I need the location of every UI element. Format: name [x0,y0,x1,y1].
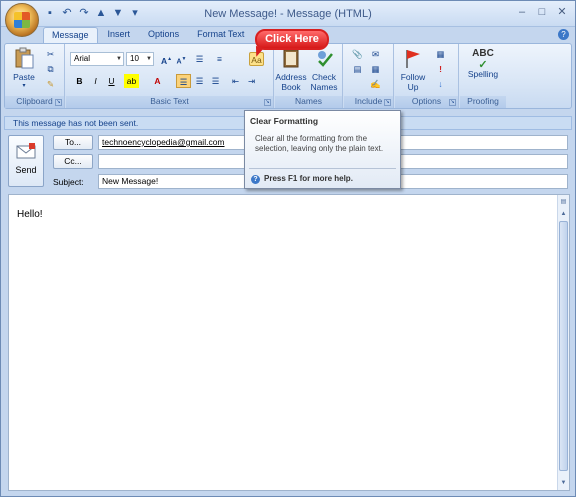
title-bar: ▪ ↶ ↷ ▲ ▼ ▾ New Message! - Message (HTML… [1,1,575,27]
basic-text-group-label: Basic Text [66,96,273,108]
spelling-abc-icon: ABC ✓ [472,48,494,71]
chevron-down-icon: ▼ [146,56,152,62]
names-group: Address Book Check Names Names [275,44,343,108]
bold-button[interactable]: B [72,74,87,88]
high-importance-icon[interactable]: ! [433,62,448,76]
cut-icon[interactable]: ✂ [43,47,58,61]
basic-text-launcher-icon[interactable]: ↘ [264,99,271,106]
ruler-toggle-icon[interactable]: ▤ [559,197,568,207]
follow-up-flag-icon [406,50,420,68]
follow-up-label: Follow Up [400,72,426,92]
underline-button[interactable]: U [104,74,119,88]
scroll-up-icon[interactable]: ▲ [559,209,568,219]
tooltip-help-text: Press F1 for more help. [264,174,353,183]
ribbon-tabs: Message Insert Options Format Text [43,27,252,43]
close-button[interactable]: ✕ [553,4,571,20]
clear-formatting-tooltip: Clear Formatting Clear all the formattin… [244,110,401,189]
grow-font-icon[interactable]: A▲ [159,52,174,66]
scrollbar-thumb[interactable] [559,221,568,471]
shrink-font-icon[interactable]: A▼ [174,52,189,66]
numbering-icon[interactable]: ≡ [212,52,227,66]
subject-label: Subject: [53,177,84,187]
cc-button[interactable]: Cc... [53,154,93,169]
paste-label: Paste [13,72,35,82]
office-button[interactable] [5,3,39,37]
font-name-value: Arial [74,54,91,63]
format-painter-icon[interactable]: ✎ [43,77,58,91]
help-icon[interactable]: ? [558,29,569,40]
spelling-label: Spelling [467,69,499,79]
minimize-button[interactable]: – [513,4,531,20]
basic-text-group: Arial ▼ 10 ▼ A▲ A▼ ☰ ≡ Aa B I U ab A ☰ ☰… [66,44,274,108]
scroll-down-icon[interactable]: ▼ [559,478,568,488]
include-launcher-icon[interactable]: ↘ [384,99,391,106]
to-button[interactable]: To... [53,135,93,150]
paste-icon [15,47,34,69]
window-controls: – □ ✕ [513,4,571,20]
align-right-icon[interactable]: ☰ [208,74,223,88]
bullets-icon[interactable]: ☰ [192,52,207,66]
business-card-icon[interactable]: ▤ [350,62,365,76]
tab-insert[interactable]: Insert [100,27,139,43]
send-envelope-icon [16,143,36,159]
clipboard-launcher-icon[interactable]: ↘ [55,99,62,106]
align-center-icon[interactable]: ☰ [192,74,207,88]
include-group: 📎 ✉ ▤ ▦ ✍ Include ↘ [344,44,394,108]
chevron-down-icon: ▼ [116,56,122,62]
names-group-label: Names [275,96,342,108]
italic-button[interactable]: I [88,74,103,88]
outlook-message-window: ▪ ↶ ↷ ▲ ▼ ▾ New Message! - Message (HTML… [0,0,576,497]
font-name-combo[interactable]: Arial ▼ [70,52,124,66]
decrease-indent-icon[interactable]: ⇤ [228,74,243,88]
to-recipient[interactable]: technoencyclopedia@gmail.com [102,137,225,147]
increase-indent-icon[interactable]: ⇥ [244,74,259,88]
body-text[interactable]: Hello! [17,209,43,220]
send-button[interactable]: Send [8,135,44,187]
send-label: Send [15,165,37,175]
tab-message[interactable]: Message [43,27,98,43]
align-left-icon[interactable]: ☰ [176,74,191,88]
maximize-button[interactable]: □ [533,4,551,20]
check-names-label: Check Names [310,72,338,92]
tooltip-body: Clear all the formatting from the select… [255,134,384,153]
options-group: Follow Up ▦ ! ↓ Options ↘ [395,44,459,108]
address-book-label: Address Book [275,72,307,92]
signature-icon[interactable]: ✍ [368,77,383,91]
font-size-value: 10 [130,54,139,63]
font-size-combo[interactable]: 10 ▼ [126,52,154,66]
tooltip-divider [249,168,396,169]
check-names-icon [318,51,333,67]
click-here-callout: Click Here [255,29,329,50]
abc-label: ABC [472,48,494,59]
attach-file-icon[interactable]: 📎 [350,47,365,61]
calendar-icon[interactable]: ▦ [368,62,383,76]
help-icon: ? [251,175,260,184]
address-book-icon [283,49,299,68]
message-body[interactable]: Hello! ▤ ▲ ▼ [8,194,570,491]
options-launcher-icon[interactable]: ↘ [449,99,456,106]
paste-dropdown-icon[interactable]: ▾ [9,82,39,89]
vertical-scrollbar[interactable]: ▤ ▲ ▼ [557,195,569,490]
highlight-icon[interactable]: ab [124,74,139,88]
low-importance-icon[interactable]: ↓ [433,77,448,91]
proofing-group: ABC ✓ Spelling Proofing [460,44,506,108]
attach-item-icon[interactable]: ✉ [368,47,383,61]
window-title: New Message! - Message (HTML) [204,8,372,20]
spelling-button[interactable]: ABC ✓ Spelling [464,47,502,79]
tooltip-help: ? Press F1 for more help. [251,174,353,184]
font-color-icon[interactable]: A [150,74,165,88]
office-logo-icon [14,12,30,28]
copy-icon[interactable]: ⧉ [43,62,58,76]
tab-options[interactable]: Options [140,27,187,43]
check-names-button[interactable]: Check Names [308,47,340,92]
proofing-group-label: Proofing [460,96,506,108]
clipboard-group: Paste ▾ ✂ ⧉ ✎ Clipboard ↘ [5,44,65,108]
follow-up-button[interactable]: Follow Up [397,47,429,92]
ribbon: Paste ▾ ✂ ⧉ ✎ Clipboard ↘ Arial ▼ 10 ▼ A… [4,43,572,109]
address-book-button[interactable]: Address Book [275,47,307,92]
tab-format-text[interactable]: Format Text [189,27,252,43]
tooltip-title: Clear Formatting [250,116,319,126]
paste-button[interactable]: Paste ▾ [9,47,39,89]
categorize-icon[interactable]: ▦ [433,47,448,61]
